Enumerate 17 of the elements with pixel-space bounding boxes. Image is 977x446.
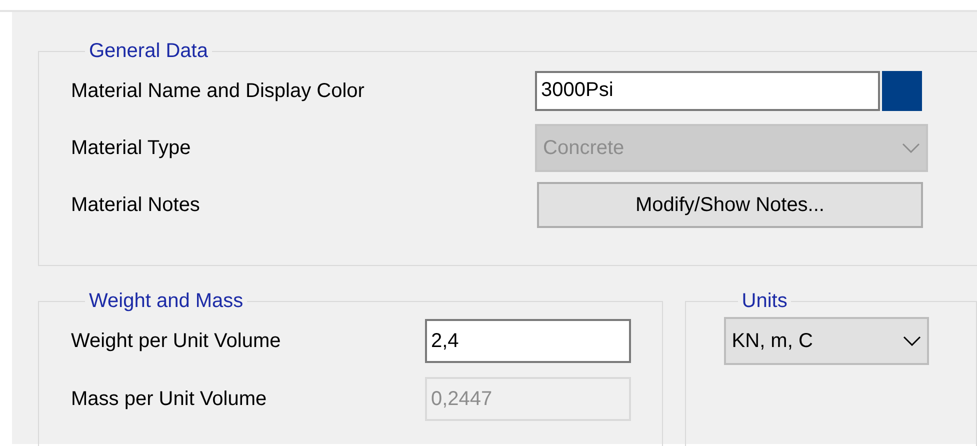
chevron-down-icon: [902, 142, 920, 152]
field-label: Mass per Unit Volume: [71, 387, 268, 412]
name-field[interactable]: 3000Psi: [535, 70, 880, 110]
number-field: 0,2447: [425, 377, 631, 421]
chevron-down-icon: [902, 336, 921, 346]
field-label: Material Type: [71, 136, 192, 160]
color-swatch[interactable]: [882, 70, 922, 110]
group-title: Weight and Mass: [88, 290, 244, 312]
notes-button[interactable]: Modify/Show Notes...: [537, 182, 923, 228]
group-title: Units: [740, 290, 788, 312]
dropdown[interactable]: KN, m, C: [724, 317, 929, 365]
group-title: General Data: [88, 40, 209, 62]
dropdown: Concrete: [535, 124, 928, 172]
field-label: Material Notes: [71, 192, 201, 218]
field-label: Weight per Unit Volume: [71, 329, 282, 354]
field-label: Material Name and Display Color: [71, 78, 366, 104]
number-field[interactable]: 2,4: [425, 319, 631, 363]
